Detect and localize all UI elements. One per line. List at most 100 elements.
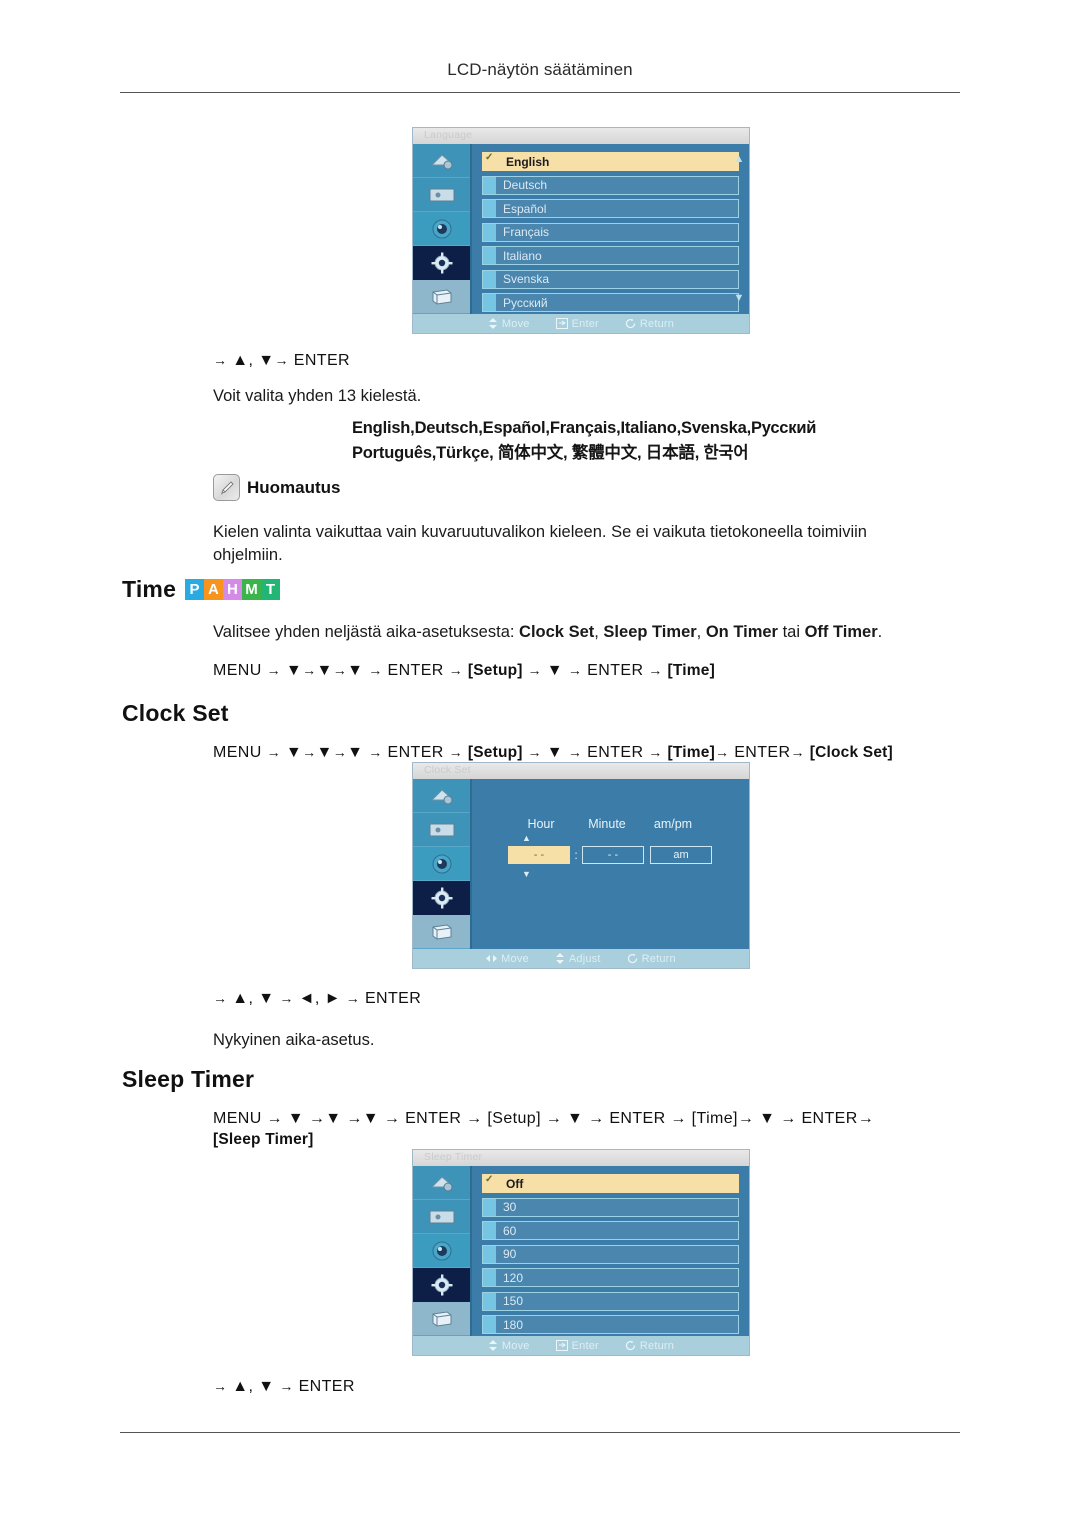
osd-icon-setup[interactable] xyxy=(413,1268,470,1302)
up-arrow-icon: ▲ xyxy=(232,352,249,369)
osd-option-row[interactable]: 30 xyxy=(482,1197,739,1217)
bullet-icon xyxy=(483,270,496,288)
enter-key-label: ENTER xyxy=(734,744,791,761)
arrow-icon: → xyxy=(279,1378,294,1394)
footer-adjust-label: Adjust xyxy=(568,952,601,965)
bullet-icon xyxy=(483,176,496,194)
arrow-icon: → xyxy=(714,744,730,760)
osd-icon-sound[interactable] xyxy=(413,212,470,246)
arrow-icon: → xyxy=(448,744,464,760)
osd-option-row[interactable]: Español xyxy=(482,199,739,218)
osd-icon-sound[interactable] xyxy=(413,1234,470,1268)
arrow-icon: → xyxy=(648,662,663,678)
arrow-icon: → xyxy=(279,990,294,1006)
osd-icon-picture[interactable] xyxy=(413,178,470,212)
scroll-up-icon[interactable]: ▲ xyxy=(734,154,745,165)
osd-option-row[interactable]: Italiano xyxy=(482,246,739,265)
scroll-down-icon[interactable]: ▼ xyxy=(734,293,745,304)
osd-icon-input[interactable] xyxy=(413,144,470,178)
osd-title: Sleep Timer xyxy=(413,1150,749,1166)
osd-language-list: English Deutsch Español Français Italian… xyxy=(472,144,749,314)
osd-icon-input[interactable] xyxy=(413,779,470,813)
hour-field[interactable]: - - xyxy=(508,846,570,864)
heading-time: Time P A H M T xyxy=(122,576,281,603)
badge-a: A xyxy=(204,579,224,600)
ampm-field[interactable]: am xyxy=(650,846,712,864)
osd-icon-setup[interactable] xyxy=(413,246,470,280)
comma: , xyxy=(248,1378,254,1395)
osd-footer: Move Enter Return xyxy=(413,1336,749,1355)
footer-return: Return xyxy=(627,953,676,965)
clock-value-row: - - : - - am xyxy=(508,846,739,864)
osd-icon-multicontrol[interactable] xyxy=(413,280,470,314)
osd-option-row[interactable]: English xyxy=(482,152,739,171)
check-icon xyxy=(483,152,499,170)
time-item-sleep-timer: Sleep Timer xyxy=(603,623,697,641)
clock-set-nav-line: MENU → ▼→▼→▼ → ENTER → [Setup] → ▼ → ENT… xyxy=(213,744,893,762)
tag-sleep-timer: [Sleep Timer] xyxy=(213,1131,314,1148)
osd-option-row[interactable]: 120 xyxy=(482,1268,739,1287)
osd-option-row[interactable]: 150 xyxy=(482,1291,739,1311)
badge-m: M xyxy=(242,579,262,600)
osd-language: Language ✓ English Deutsch Español Franç… xyxy=(413,128,749,333)
hour-decrement-icon[interactable]: ▼ xyxy=(522,869,739,879)
menu-key-label: MENU xyxy=(213,744,262,761)
osd-option-row[interactable]: 180 xyxy=(482,1315,739,1334)
osd-icon-picture[interactable] xyxy=(413,813,470,847)
osd-icon-input[interactable] xyxy=(413,1166,470,1200)
footer-return: Return xyxy=(625,318,674,330)
return-icon xyxy=(627,953,637,964)
bullet-icon xyxy=(483,294,496,311)
arrow-icon: → xyxy=(368,662,383,678)
down-arrow-icon: ▼ xyxy=(546,744,564,761)
osd-scroll-indicators[interactable]: ▲ ▼ xyxy=(733,154,745,304)
footer-rule xyxy=(120,1432,960,1433)
enter-key-label: ENTER xyxy=(587,744,644,761)
time-item-clock-set: Clock Set xyxy=(519,623,595,641)
down-arrow-icon: ▼ xyxy=(316,662,333,679)
enter-icon xyxy=(555,1340,568,1351)
check-icon xyxy=(483,1174,499,1192)
option-label: Français xyxy=(503,225,550,239)
footer-move: Move xyxy=(488,1340,530,1352)
osd-option-row[interactable]: 60 xyxy=(482,1221,739,1240)
column-hour: Hour xyxy=(527,817,555,831)
return-icon xyxy=(625,1340,635,1351)
hour-increment-icon[interactable]: ▲ xyxy=(522,833,739,843)
minute-field[interactable]: - - xyxy=(582,846,644,864)
updown-icon xyxy=(488,1340,497,1351)
arrow-icon: → xyxy=(266,744,281,760)
osd-option-row[interactable]: Русский xyxy=(482,293,739,312)
osd-option-row[interactable]: Off xyxy=(482,1174,739,1193)
down-arrow-icon: ▼ xyxy=(347,662,364,679)
bullet-icon xyxy=(483,1222,496,1239)
osd-icon-setup[interactable] xyxy=(413,881,470,915)
arrow-icon: → xyxy=(302,662,317,678)
osd-title: Language xyxy=(413,128,749,144)
heading-clock-set: Clock Set xyxy=(122,700,229,726)
osd-icon-multicontrol[interactable] xyxy=(413,915,470,949)
down-arrow-icon: ▼ xyxy=(285,744,303,761)
footer-enter-label: Enter xyxy=(571,317,599,330)
sleep-timer-nav-line-1: MENU → ▼ →▼ →▼ → ENTER → [Setup] → ▼ → E… xyxy=(213,1110,875,1127)
osd-option-row[interactable]: Deutsch xyxy=(482,175,739,195)
osd-icon-sound[interactable] xyxy=(413,847,470,881)
up-arrow-icon: ▲ xyxy=(232,1378,249,1395)
time-description-suffix: . xyxy=(877,623,883,641)
osd-option-row[interactable]: Français xyxy=(482,222,739,242)
osd-sleep-timer-list: Off 30 60 90 120 xyxy=(472,1166,749,1336)
option-label: 90 xyxy=(503,1247,517,1261)
osd-option-row[interactable]: Svenska xyxy=(482,269,739,289)
note-text-line-1: Kielen valinta vaikuttaa vain kuvaruutuv… xyxy=(213,523,867,541)
language-nav-line: → ▲, ▼→ ENTER xyxy=(213,352,350,370)
tag-setup: [Setup] xyxy=(467,662,523,679)
badge-t: T xyxy=(261,579,281,600)
tag-clock-set: [Clock Set] xyxy=(809,744,893,761)
osd-icon-picture[interactable] xyxy=(413,1200,470,1234)
down-arrow-icon: ▼ xyxy=(316,744,333,761)
enter-key-label: ENTER xyxy=(587,662,644,679)
osd-icon-multicontrol[interactable] xyxy=(413,1302,470,1336)
osd-sidebar xyxy=(413,779,472,949)
clock-set-key-line: → ▲, ▼ → ◄, ► → ENTER xyxy=(213,990,421,1008)
osd-option-row[interactable]: 90 xyxy=(482,1244,739,1264)
